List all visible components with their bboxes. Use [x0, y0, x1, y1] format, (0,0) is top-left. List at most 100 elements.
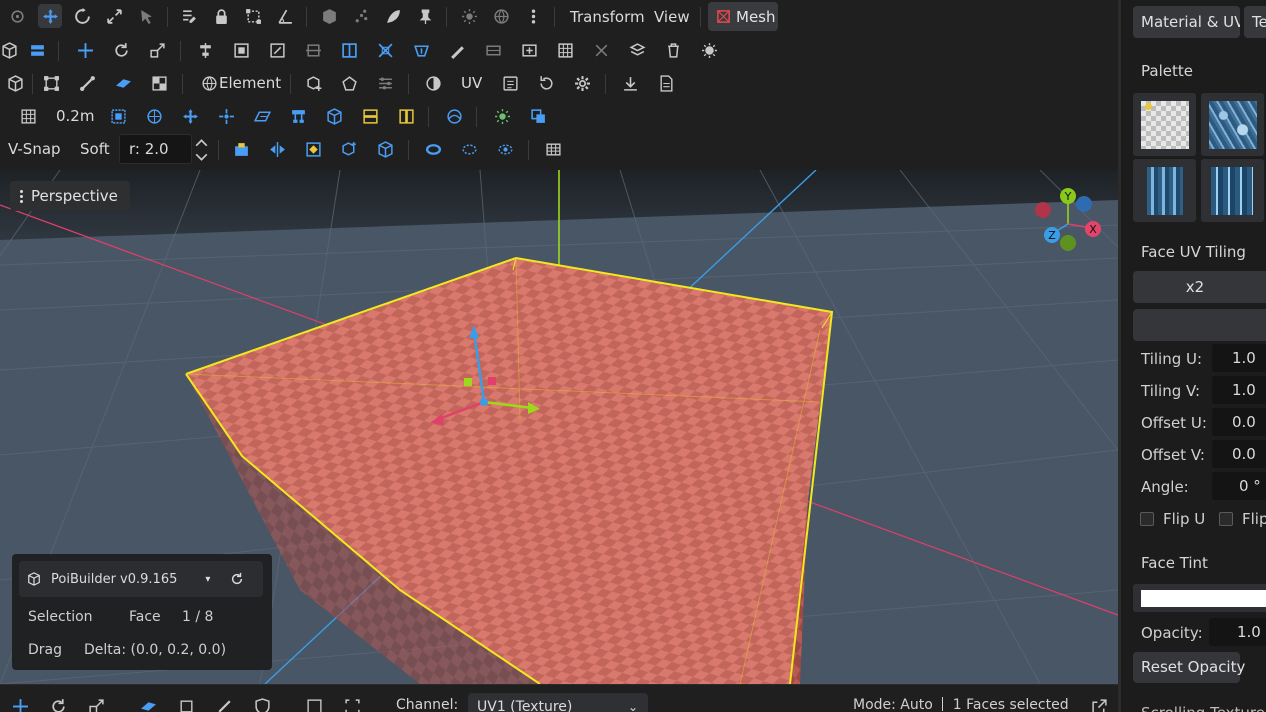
orientation-gizmo[interactable]: Y X Z — [1030, 186, 1110, 256]
tiling-v-input[interactable]: 1.0 — [1212, 376, 1266, 404]
move-tool-icon[interactable] — [38, 4, 62, 28]
more-vertical-icon[interactable] — [522, 5, 544, 27]
rotate-axis-icon[interactable] — [110, 39, 132, 61]
uv-mode-button[interactable]: UV — [461, 71, 482, 95]
face-mode-icon[interactable] — [112, 72, 134, 94]
settings-gear-icon[interactable] — [571, 72, 593, 94]
texture-mode-icon[interactable] — [148, 72, 170, 94]
document-list-icon[interactable] — [499, 72, 521, 94]
translate-axis-icon[interactable] — [74, 39, 96, 61]
knife-icon[interactable] — [446, 39, 468, 61]
sun-settings-icon[interactable] — [458, 5, 480, 27]
grid-size-value[interactable]: 0.2m — [56, 104, 94, 128]
scale-axis-icon[interactable] — [146, 39, 168, 61]
angle-input[interactable]: 0 ° — [1212, 472, 1266, 500]
bridge-icon[interactable] — [482, 39, 504, 61]
reset-rotation-icon[interactable] — [535, 72, 557, 94]
palette-swatch-waterfall-1[interactable] — [1133, 159, 1196, 222]
sliders-icon[interactable] — [374, 72, 396, 94]
duplicate-face-icon[interactable] — [266, 39, 288, 61]
offset-v-input[interactable]: 0.0 — [1212, 440, 1266, 468]
grid-icon[interactable] — [17, 105, 39, 127]
ring-select-icon[interactable] — [458, 138, 480, 160]
external-link-icon[interactable] — [1088, 695, 1110, 712]
snap-hierarchy-icon[interactable] — [287, 105, 309, 127]
opacity-input[interactable]: 1.0 — [1209, 618, 1266, 646]
reset-opacity-button[interactable]: Reset Opacity — [1133, 652, 1245, 683]
snap-cube-icon[interactable] — [323, 105, 345, 127]
select-tool-icon[interactable] — [135, 5, 157, 27]
globe-icon[interactable] — [490, 5, 512, 27]
grow-select-icon[interactable] — [494, 138, 516, 160]
mirror-icon[interactable] — [266, 138, 288, 160]
bottom-rotate-icon[interactable] — [47, 695, 69, 712]
caret-down-icon[interactable]: ▾ — [205, 574, 210, 585]
tiling-x2-button[interactable]: x2 — [1133, 271, 1266, 303]
flip-u-checkbox[interactable] — [1140, 512, 1154, 526]
bounding-box-icon[interactable] — [242, 5, 264, 27]
merge-icon[interactable] — [518, 39, 540, 61]
palette-swatch-checker[interactable] — [1133, 93, 1196, 156]
dissolve-icon[interactable] — [590, 39, 612, 61]
file-icon[interactable] — [655, 72, 677, 94]
grid-subdivide-icon[interactable] — [554, 39, 576, 61]
offset-u-input[interactable]: 0.0 — [1212, 408, 1266, 436]
bottom-face-icon[interactable] — [137, 695, 159, 712]
bottom-shield-icon[interactable] — [251, 695, 273, 712]
mesh-mode-button[interactable]: Mesh — [708, 2, 778, 31]
table-icon[interactable] — [542, 138, 564, 160]
list-edit-icon[interactable] — [178, 5, 200, 27]
sun-green-icon[interactable] — [491, 105, 513, 127]
polygon-icon[interactable] — [338, 72, 360, 94]
tab-material-uv[interactable]: Material & UV — [1133, 6, 1240, 38]
snap-plane-icon[interactable] — [251, 105, 273, 127]
chevron-up-icon[interactable] — [191, 135, 211, 149]
cube-shaded-icon[interactable] — [318, 5, 340, 27]
tab-texture[interactable]: Te — [1244, 6, 1266, 38]
bottom-move-icon[interactable] — [9, 695, 31, 712]
material-sphere-icon[interactable] — [422, 72, 444, 94]
soft-radius-input[interactable]: r: 2.0 — [119, 134, 192, 164]
overlap-squares-icon[interactable] — [527, 105, 549, 127]
element-mode-button[interactable]: Element — [219, 71, 281, 95]
chevron-down-icon[interactable] — [191, 150, 211, 164]
palette-swatch-waterfall-2[interactable] — [1201, 159, 1264, 222]
pivot-diamond-icon[interactable] — [302, 138, 324, 160]
object-mode-icon[interactable] — [4, 72, 26, 94]
trash-icon[interactable] — [662, 39, 684, 61]
snap-pivot-icon[interactable] — [215, 105, 237, 127]
stack-layers-icon[interactable] — [626, 39, 648, 61]
channel-select[interactable]: UV1 (Texture) ⌄ — [468, 693, 648, 712]
extrude-icon[interactable] — [410, 39, 432, 61]
undo-history-icon[interactable] — [6, 5, 28, 27]
split-horizontal-icon[interactable] — [302, 39, 324, 61]
rotate-tool-icon[interactable] — [71, 5, 93, 27]
element-globe-icon[interactable] — [198, 72, 220, 94]
paint-vertex-icon[interactable] — [230, 138, 252, 160]
vsnap-toggle[interactable]: V-Snap — [8, 137, 61, 161]
flip-v-checkbox[interactable] — [1219, 512, 1233, 526]
split-vertical-icon[interactable] — [338, 39, 360, 61]
snap-move-icon[interactable] — [179, 105, 201, 127]
tiling-secondary-button[interactable] — [1133, 309, 1266, 341]
light-bulb-icon[interactable] — [698, 39, 720, 61]
align-center-icon[interactable] — [194, 39, 216, 61]
pin-icon[interactable] — [414, 5, 436, 27]
view-menu[interactable]: View — [654, 5, 690, 29]
bottom-fit-icon[interactable] — [341, 695, 363, 712]
loop-select-icon[interactable] — [422, 138, 444, 160]
bottom-edge-icon[interactable] — [213, 695, 235, 712]
collapse-icon[interactable] — [374, 39, 396, 61]
lock-icon[interactable] — [210, 5, 232, 27]
bottom-vertex-icon[interactable] — [175, 695, 197, 712]
paint-leaf-icon[interactable] — [382, 5, 404, 27]
transform-menu[interactable]: Transform — [570, 5, 645, 29]
stack-horizontal-icon[interactable] — [359, 105, 381, 127]
scatter-icon[interactable] — [350, 5, 372, 27]
view-mode-dropdown[interactable]: Perspective — [10, 181, 130, 211]
vertex-mode-icon[interactable] — [40, 72, 62, 94]
soft-select-toggle[interactable]: Soft — [80, 137, 110, 161]
refresh-icon[interactable] — [230, 572, 244, 586]
download-icon[interactable] — [619, 72, 641, 94]
scale-tool-icon[interactable] — [103, 5, 125, 27]
